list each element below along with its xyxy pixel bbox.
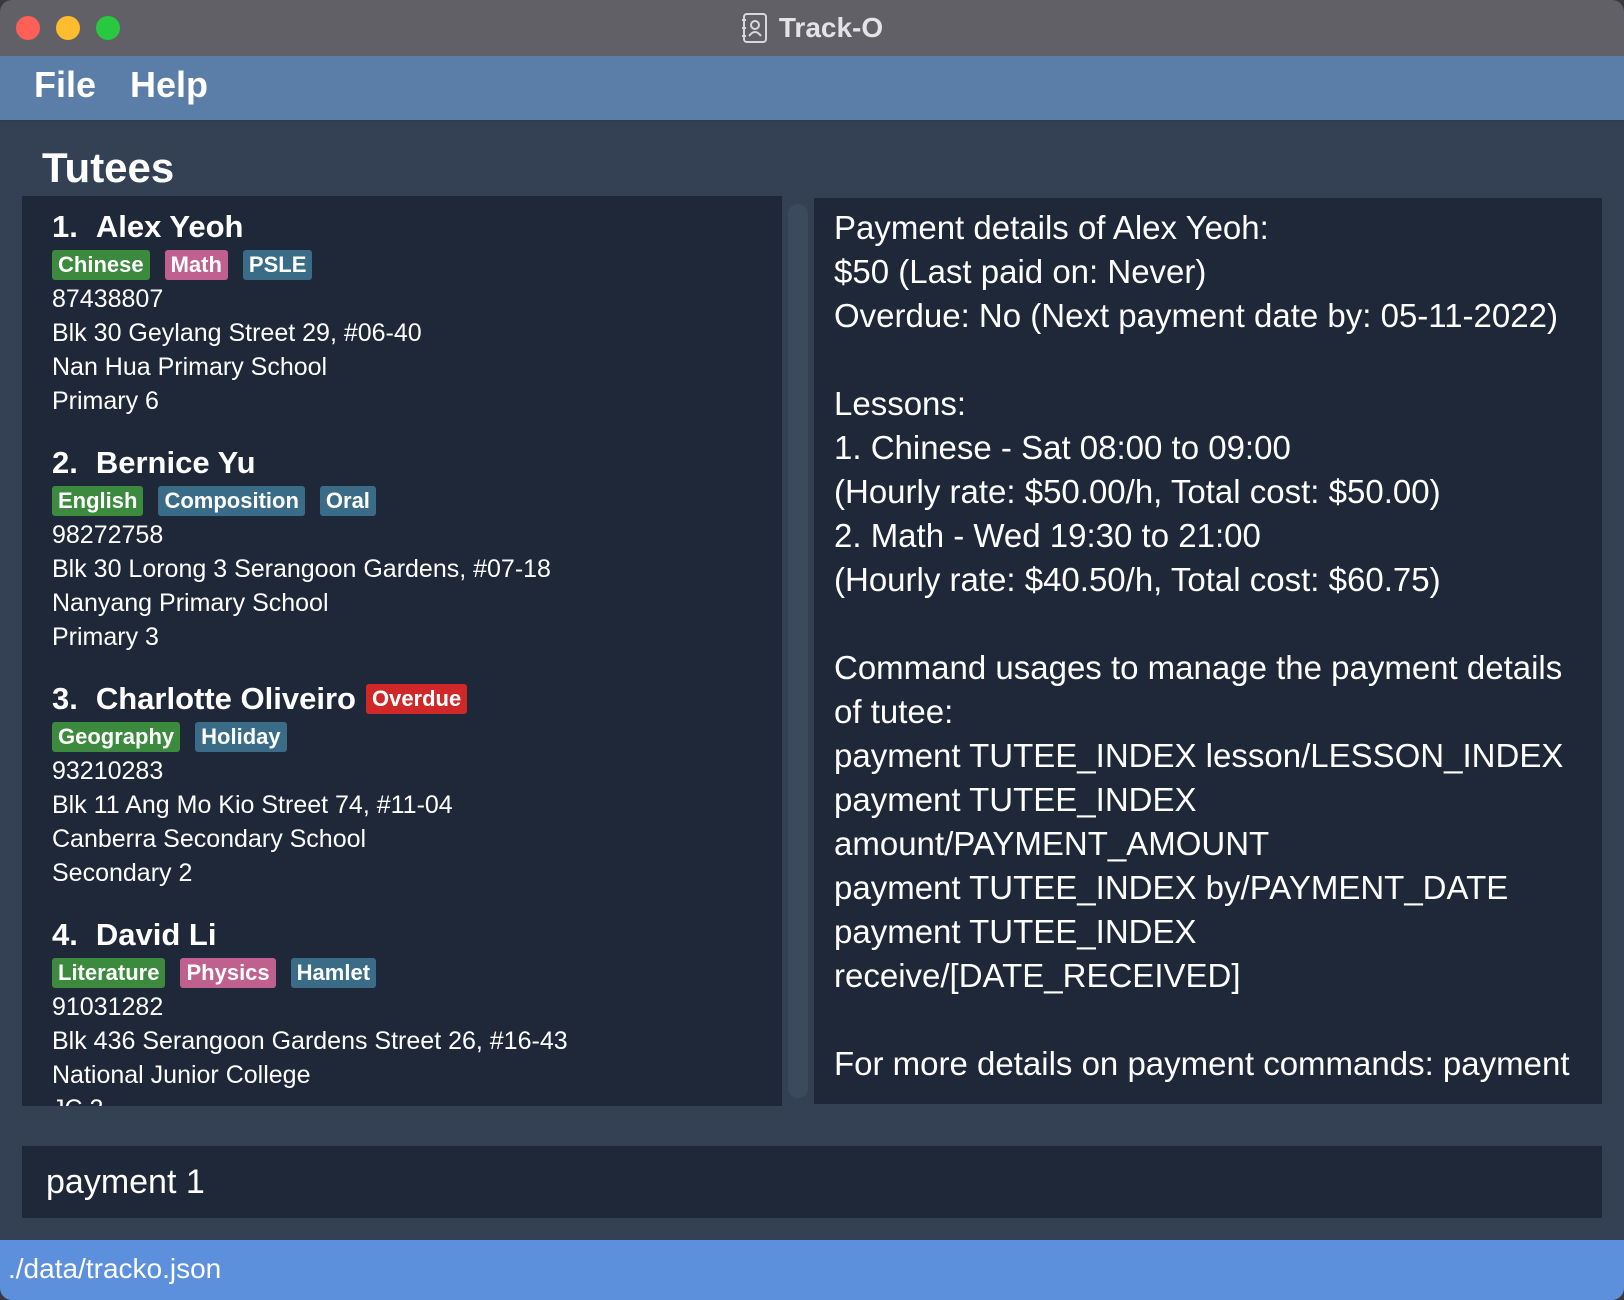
tutee-card[interactable]: 2. Bernice Yu English Composition Oral 982727… [22, 432, 782, 668]
tutee-name: Alex Yeoh [95, 209, 244, 244]
tag-badge: Geography [52, 722, 181, 752]
tutee-tags: Chinese Math PSLE [52, 250, 782, 280]
tag-badge: Chinese [52, 250, 150, 280]
menu-help[interactable]: Help [130, 64, 208, 106]
detail-line [834, 602, 1602, 646]
app-window: Track-O File Help Tutees 1. Alex Yeoh Chin… [0, 0, 1624, 1300]
tutee-tags: Literature Physics Hamlet [52, 958, 782, 988]
payment-details-panel: Payment details of Alex Yeoh: $50 (Last p… [814, 198, 1602, 1104]
tutee-school: Nan Hua Primary School [52, 353, 328, 381]
window-title: Track-O [778, 12, 884, 43]
detail-line: Overdue: No (Next payment date by: 05-11… [834, 297, 1558, 334]
tutee-name-row: 4. David Li [52, 916, 782, 954]
tutee-name-row: 3. Charlotte Oliveiro Overdue [52, 680, 782, 718]
menu-bar: File Help [0, 56, 1624, 122]
detail-line: (Hourly rate: $40.50/h, Total cost: $60.… [834, 561, 1441, 598]
detail-line: Payment details of Alex Yeoh: [834, 209, 1269, 246]
page-title: Tutees [42, 144, 175, 191]
tag-badge: Literature [52, 958, 166, 988]
tutee-level: JC 2 [52, 1092, 782, 1106]
tutee-tags: English Composition Oral [52, 486, 782, 516]
data-file-path: ./data/tracko.json [8, 1253, 222, 1284]
tutee-phone: 87438807 [52, 285, 164, 313]
detail-line: For more details on payment commands: pa… [834, 1045, 1570, 1082]
detail-line: Lessons: [834, 385, 967, 422]
tag-badge: Holiday [195, 722, 287, 752]
detail-line: (Hourly rate: $50.00/h, Total cost: $50.… [834, 473, 1441, 510]
menu-file[interactable]: File [34, 64, 96, 106]
tutee-name: Bernice Yu [95, 445, 256, 480]
tutee-card[interactable]: 4. David Li Literature Physics Hamlet 9103128… [22, 904, 782, 1106]
tutee-level: Primary 3 [52, 623, 159, 651]
tutee-address: Blk 30 Lorong 3 Serangoon Gardens, #07-1… [52, 555, 551, 583]
detail-line [834, 998, 1602, 1042]
title-bar: Track-O [0, 0, 1624, 57]
tutee-school: National Junior College [52, 1061, 311, 1089]
detail-line [834, 338, 1602, 382]
address-book-icon [741, 13, 767, 43]
tutee-list[interactable]: 1. Alex Yeoh Chinese Math PSLE 87438807 Blk 30… [22, 196, 782, 1106]
tag-badge: Physics [180, 958, 276, 988]
detail-line: 2. Math - Wed 19:30 to 21:00 [834, 517, 1261, 554]
tutee-phone: 91031282 [52, 993, 164, 1021]
tag-badge: Composition [158, 486, 305, 516]
tutee-level: Secondary 2 [52, 859, 193, 887]
tutee-address: Blk 11 Ang Mo Kio Street 74, #11-04 [52, 791, 453, 819]
tutee-name: David Li [95, 917, 217, 952]
detail-line: amount/PAYMENT_AMOUNT [834, 825, 1270, 862]
detail-line: payment TUTEE_INDEX lesson/LESSON_INDEX [834, 737, 1564, 774]
tag-badge: PSLE [242, 250, 313, 280]
tutee-tags: Geography Holiday [52, 722, 782, 752]
tutee-name-row: 2. Bernice Yu [52, 444, 782, 482]
tag-badge: Hamlet [290, 958, 377, 988]
status-bar: ./data/tracko.json [0, 1240, 1624, 1300]
list-scrollbar[interactable] [788, 204, 808, 1098]
detail-line: payment TUTEE_INDEX by/PAYMENT_DATE [834, 869, 1509, 906]
tutee-address: Blk 436 Serangoon Gardens Street 26, #16… [52, 1027, 568, 1055]
tutee-index: 1. [52, 209, 78, 244]
tutee-name: Charlotte Oliveiro [95, 681, 356, 716]
tutee-index: 4. [52, 917, 78, 952]
tag-badge: Math [164, 250, 228, 280]
tutee-school: Nanyang Primary School [52, 589, 329, 617]
tag-badge: Oral [319, 486, 376, 516]
command-input[interactable]: payment 1 [22, 1146, 1602, 1218]
tutee-card[interactable]: 3. Charlotte Oliveiro Overdue Geography Holi… [22, 668, 782, 904]
detail-line: of tutee: [834, 693, 954, 730]
tutee-index: 2. [52, 445, 78, 480]
tutee-level: Primary 6 [52, 387, 159, 415]
detail-line: payment TUTEE_INDEX receive/[DATE_RECEIV… [834, 913, 1241, 994]
tutee-phone: 98272758 [52, 521, 164, 549]
tutee-phone: 93210283 [52, 757, 164, 785]
payment-details-text: Payment details of Alex Yeoh: $50 (Last p… [814, 198, 1602, 1086]
tag-badge: English [52, 486, 144, 516]
detail-line: 1. Chinese - Sat 08:00 to 09:00 [834, 429, 1291, 466]
tutee-card[interactable]: 1. Alex Yeoh Chinese Math PSLE 87438807 Blk 30… [22, 196, 782, 432]
detail-line: Command usages to manage the payment det… [834, 649, 1563, 686]
detail-line: $50 (Last paid on: Never) [834, 253, 1207, 290]
tutee-name-row: 1. Alex Yeoh [52, 208, 782, 246]
tutee-address: Blk 30 Geylang Street 29, #06-40 [52, 319, 422, 347]
overdue-badge: Overdue [365, 684, 468, 714]
tutee-index: 3. [52, 681, 78, 716]
tutee-school: Canberra Secondary School [52, 825, 367, 853]
detail-line: payment TUTEE_INDEX [834, 781, 1197, 818]
